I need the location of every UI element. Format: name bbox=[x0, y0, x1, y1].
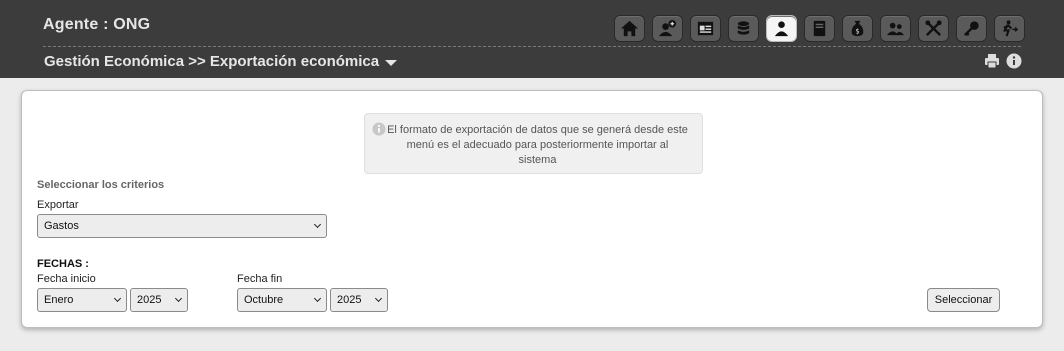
info-icon bbox=[372, 122, 386, 136]
start-month-select[interactable]: Enero bbox=[37, 288, 127, 312]
top-header: Agente : ONG Gestión Económica >> Export… bbox=[0, 0, 1064, 78]
user-add-icon[interactable] bbox=[652, 15, 683, 42]
end-month-value: Octubre bbox=[244, 294, 284, 306]
card-icon[interactable] bbox=[690, 15, 721, 42]
money-bag-icon[interactable]: $ bbox=[842, 15, 873, 42]
breadcrumb[interactable]: Gestión Económica >> Exportación económi… bbox=[44, 53, 398, 70]
database-icon[interactable] bbox=[728, 15, 759, 42]
end-date-label: Fecha fin bbox=[237, 273, 283, 285]
users-icon[interactable] bbox=[880, 15, 911, 42]
start-month-value: Enero bbox=[44, 294, 74, 306]
home-icon[interactable] bbox=[614, 15, 645, 42]
start-date-label: Fecha inicio bbox=[37, 273, 96, 285]
caret-down-icon[interactable] bbox=[385, 60, 398, 66]
export-panel: El formato de exportación de datos que s… bbox=[21, 90, 1043, 328]
chevron-down-icon bbox=[113, 294, 122, 303]
key-icon[interactable] bbox=[956, 15, 987, 42]
svg-text:$: $ bbox=[855, 27, 859, 35]
chevron-down-icon bbox=[313, 294, 322, 303]
export-select-value: Gastos bbox=[44, 220, 79, 232]
header-divider bbox=[43, 46, 1021, 47]
header-actions bbox=[984, 53, 1022, 69]
agent-title: Agente : ONG bbox=[43, 16, 151, 33]
end-year-select[interactable]: 2025 bbox=[330, 288, 388, 312]
criteria-heading: Seleccionar los criterios bbox=[37, 179, 165, 191]
notice-text: El formato de exportación de datos que s… bbox=[387, 124, 688, 166]
tools-icon[interactable] bbox=[918, 15, 949, 42]
end-month-select[interactable]: Octubre bbox=[237, 288, 327, 312]
export-select[interactable]: Gastos bbox=[37, 214, 327, 238]
export-label: Exportar bbox=[37, 199, 79, 211]
start-year-select[interactable]: 2025 bbox=[130, 288, 188, 312]
chevron-down-icon bbox=[313, 220, 322, 229]
toolbar: $ bbox=[614, 15, 1025, 42]
user-icon[interactable] bbox=[766, 15, 797, 42]
dates-heading: FECHAS : bbox=[37, 258, 89, 270]
select-button[interactable]: Seleccionar bbox=[927, 288, 1000, 312]
info-icon[interactable] bbox=[1006, 53, 1022, 69]
start-year-value: 2025 bbox=[137, 294, 162, 306]
chevron-down-icon bbox=[174, 294, 183, 303]
info-notice: El formato de exportación de datos que s… bbox=[364, 113, 703, 174]
logout-icon[interactable] bbox=[994, 15, 1025, 42]
book-icon[interactable] bbox=[804, 15, 835, 42]
breadcrumb-text: Gestión Económica >> Exportación económi… bbox=[44, 53, 380, 70]
print-icon[interactable] bbox=[984, 53, 1000, 69]
end-year-value: 2025 bbox=[337, 294, 362, 306]
chevron-down-icon bbox=[374, 294, 383, 303]
